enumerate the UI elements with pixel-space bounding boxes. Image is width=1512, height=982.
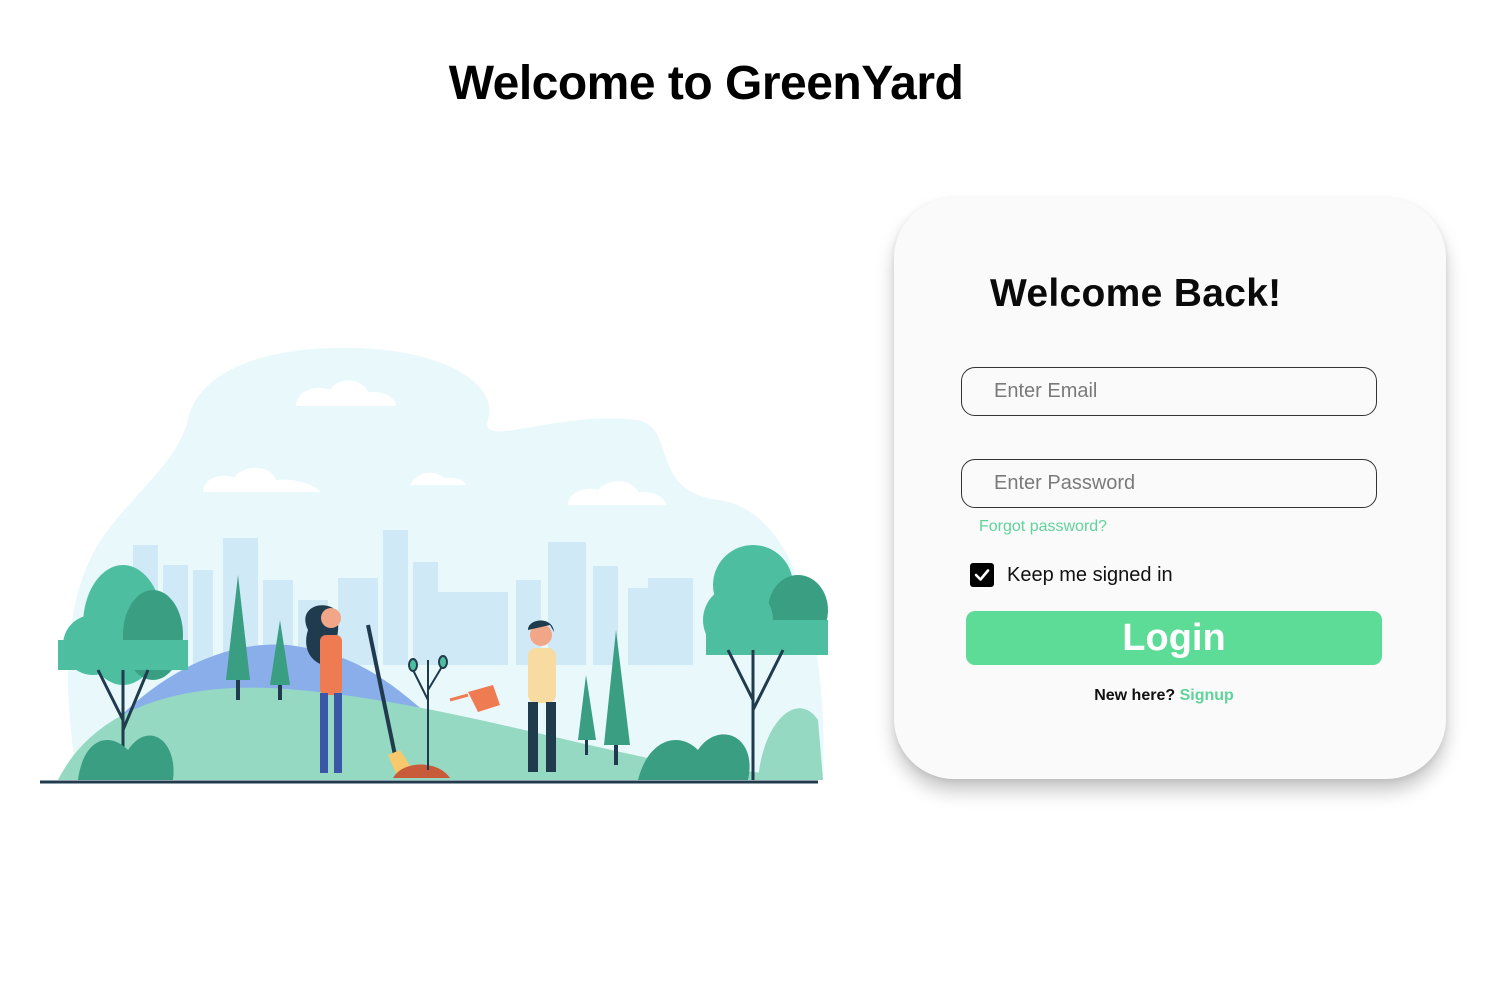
checkmark-icon — [974, 569, 990, 581]
email-field[interactable] — [961, 367, 1377, 416]
card-heading: Welcome Back! — [990, 272, 1282, 315]
login-button[interactable]: Login — [966, 611, 1382, 665]
password-field[interactable] — [961, 459, 1377, 508]
page-title: Welcome to GreenYard — [448, 57, 964, 110]
keep-signed-in-label: Keep me signed in — [1007, 563, 1173, 586]
keep-signed-in-toggle[interactable]: Keep me signed in — [970, 563, 1173, 587]
forgot-password-link[interactable]: Forgot password? — [979, 518, 1107, 536]
gardening-illustration — [40, 347, 828, 784]
login-card: Welcome Back! Forgot password? Keep me s… — [894, 198, 1446, 779]
signup-prompt: New here? — [1094, 687, 1176, 704]
signup-row: New here? Signup — [894, 687, 1434, 705]
keep-signed-in-checkbox[interactable] — [970, 563, 994, 587]
signup-link[interactable]: Signup — [1180, 687, 1234, 704]
